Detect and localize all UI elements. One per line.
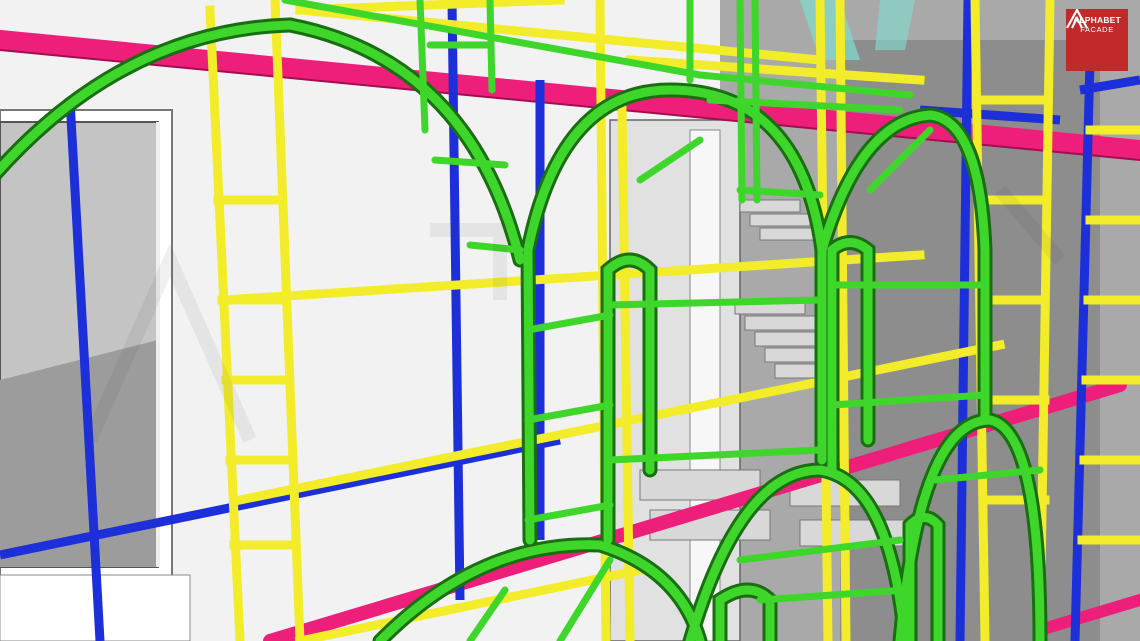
facade-structure-drawing — [0, 0, 1140, 641]
brand-logo-badge: ALPHABET FACADE — [1066, 9, 1128, 71]
alphabet-logo-icon — [1066, 9, 1088, 29]
facade-render-scene: ALPHABET FACADE — [0, 0, 1140, 641]
